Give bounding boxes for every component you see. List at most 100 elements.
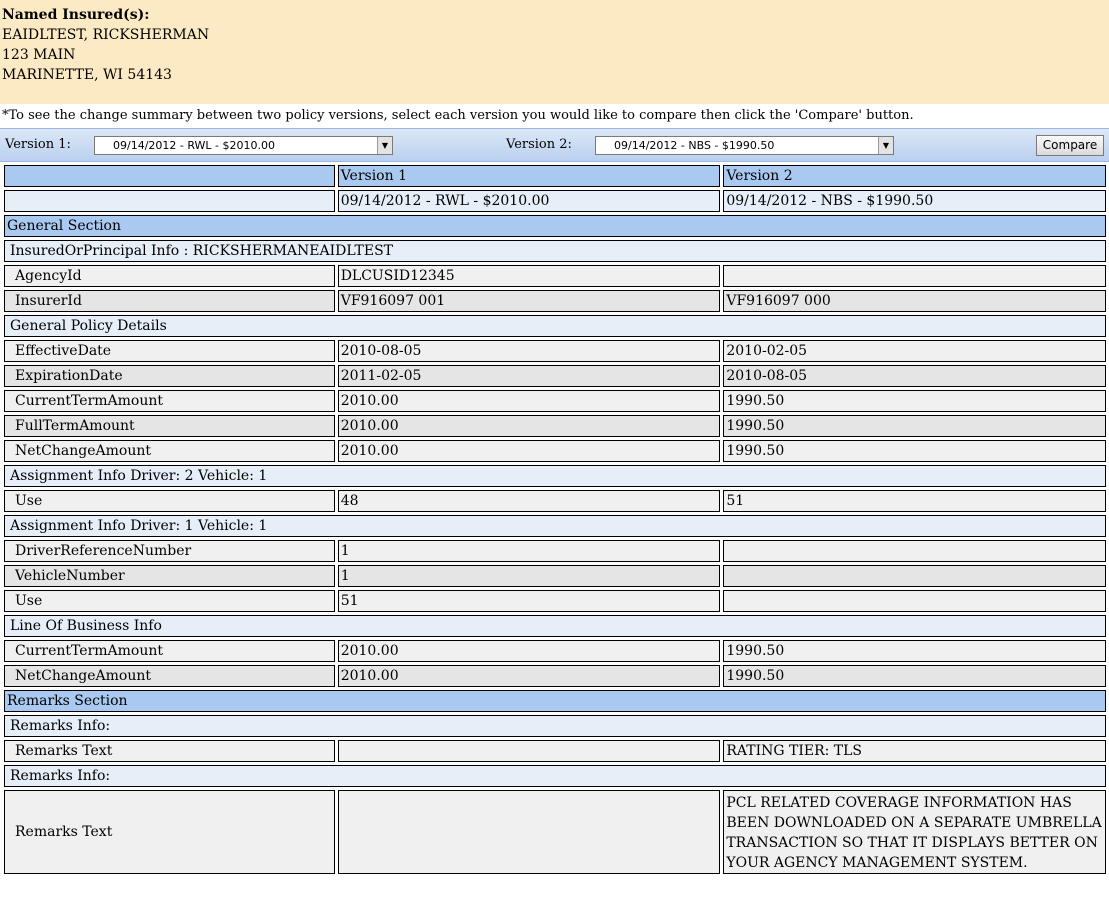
field-name: NetChangeAmount bbox=[4, 665, 335, 687]
chevron-down-icon[interactable]: ▼ bbox=[878, 137, 893, 154]
named-insured-heading: Named Insured(s): bbox=[2, 7, 150, 23]
version2-value-cell: 09/14/2012 - NBS - $1990.50 bbox=[723, 190, 1106, 212]
version1-value: 1 bbox=[337, 565, 721, 587]
table-row: Use 48 51 bbox=[4, 490, 1106, 512]
version-values-cell-field bbox=[4, 190, 335, 212]
field-name: DriverReferenceNumber bbox=[4, 540, 335, 562]
version2-value: RATING TIER: TLS bbox=[723, 740, 1106, 762]
named-insured-panel: Named Insured(s): EAIDLTEST, RICKSHERMAN… bbox=[0, 0, 1109, 104]
table-row: Use 51 bbox=[4, 590, 1106, 612]
section-title: Remarks Section bbox=[4, 690, 1106, 712]
version2-value: VF916097 000 bbox=[723, 290, 1106, 312]
field-name: AgencyId bbox=[4, 265, 335, 287]
field-name: ExpirationDate bbox=[4, 365, 335, 387]
field-name: Use bbox=[4, 590, 335, 612]
table-row: CurrentTermAmount 2010.00 1990.50 bbox=[4, 640, 1106, 662]
version2-value: 2010-08-05 bbox=[723, 365, 1106, 387]
insured-name: EAIDLTEST, RICKSHERMAN bbox=[2, 27, 210, 43]
table-row: VehicleNumber 1 bbox=[4, 565, 1106, 587]
version1-select[interactable]: 09/14/2012 - RWL - $2010.00 ▼ bbox=[94, 136, 393, 155]
version2-value bbox=[723, 265, 1106, 287]
table-row: CurrentTermAmount 2010.00 1990.50 bbox=[4, 390, 1106, 412]
version1-value: DLCUSID12345 bbox=[337, 265, 721, 287]
version-values-row: 09/14/2012 - RWL - $2010.00 09/14/2012 -… bbox=[4, 190, 1106, 212]
compare-instructions: *To see the change summary between two p… bbox=[2, 108, 914, 123]
field-name: FullTermAmount bbox=[4, 415, 335, 437]
field-name: Remarks Text bbox=[4, 740, 335, 762]
version1-selected-value: 09/14/2012 - RWL - $2010.00 bbox=[113, 139, 276, 152]
version2-value: 51 bbox=[723, 490, 1106, 512]
field-name: CurrentTermAmount bbox=[4, 640, 335, 662]
version2-value bbox=[723, 540, 1106, 562]
section-title: General Section bbox=[4, 215, 1106, 237]
version2-label: Version 2: bbox=[506, 137, 572, 152]
table-row: EffectiveDate 2010-08-05 2010-02-05 bbox=[4, 340, 1106, 362]
header-cell-field bbox=[4, 165, 335, 187]
subsection-title: Remarks Info: bbox=[4, 765, 1106, 787]
version2-value: 2010-02-05 bbox=[723, 340, 1106, 362]
version2-select[interactable]: 09/14/2012 - NBS - $1990.50 ▼ bbox=[595, 136, 894, 155]
version1-value: 2010.00 bbox=[337, 640, 721, 662]
version-selector-bar: Version 1: 09/14/2012 - RWL - $2010.00 ▼… bbox=[0, 128, 1109, 162]
subsection-assignment-d1v1: Assignment Info Driver: 1 Vehicle: 1 bbox=[4, 515, 1106, 537]
field-name: CurrentTermAmount bbox=[4, 390, 335, 412]
subsection-remarks-info: Remarks Info: bbox=[4, 765, 1106, 787]
table-row: NetChangeAmount 2010.00 1990.50 bbox=[4, 665, 1106, 687]
subsection-title: InsuredOrPrincipal Info : RICKSHERMANEAI… bbox=[4, 240, 1106, 262]
insured-address-line1: 123 MAIN bbox=[2, 47, 76, 63]
subsection-title: General Policy Details bbox=[4, 315, 1106, 337]
table-row: DriverReferenceNumber 1 bbox=[4, 540, 1106, 562]
table-row: AgencyId DLCUSID12345 bbox=[4, 265, 1106, 287]
version1-label: Version 1: bbox=[5, 137, 71, 152]
chevron-down-icon[interactable]: ▼ bbox=[377, 137, 392, 154]
version2-value bbox=[723, 565, 1106, 587]
version1-value: 2010.00 bbox=[337, 440, 721, 462]
table-row: Remarks Text PCL RELATED COVERAGE INFORM… bbox=[4, 790, 1106, 874]
version2-value bbox=[723, 590, 1106, 612]
version1-value-cell: 09/14/2012 - RWL - $2010.00 bbox=[337, 190, 721, 212]
version1-value bbox=[337, 740, 721, 762]
insured-address-line2: MARINETTE, WI 54143 bbox=[2, 67, 172, 83]
version2-value: 1990.50 bbox=[723, 390, 1106, 412]
comparison-table: Version 1 Version 2 09/14/2012 - RWL - $… bbox=[1, 162, 1109, 877]
table-header-row: Version 1 Version 2 bbox=[4, 165, 1106, 187]
compare-button[interactable]: Compare bbox=[1036, 135, 1104, 156]
header-cell-version1: Version 1 bbox=[337, 165, 721, 187]
table-row: FullTermAmount 2010.00 1990.50 bbox=[4, 415, 1106, 437]
subsection-assignment-d2v1: Assignment Info Driver: 2 Vehicle: 1 bbox=[4, 465, 1106, 487]
version2-selected-value: 09/14/2012 - NBS - $1990.50 bbox=[614, 139, 775, 152]
version1-value: 2010.00 bbox=[337, 415, 721, 437]
version1-value: 51 bbox=[337, 590, 721, 612]
version1-value: 2010-08-05 bbox=[337, 340, 721, 362]
header-cell-version2: Version 2 bbox=[723, 165, 1106, 187]
version1-value: 48 bbox=[337, 490, 721, 512]
field-name: Use bbox=[4, 490, 335, 512]
version2-value: 1990.50 bbox=[723, 640, 1106, 662]
table-row: InsurerId VF916097 001 VF916097 000 bbox=[4, 290, 1106, 312]
subsection-lob-info: Line Of Business Info bbox=[4, 615, 1106, 637]
version1-value: VF916097 001 bbox=[337, 290, 721, 312]
field-name: VehicleNumber bbox=[4, 565, 335, 587]
subsection-policy-details: General Policy Details bbox=[4, 315, 1106, 337]
table-row: Remarks Text RATING TIER: TLS bbox=[4, 740, 1106, 762]
version1-value: 2010.00 bbox=[337, 665, 721, 687]
subsection-title: Assignment Info Driver: 2 Vehicle: 1 bbox=[4, 465, 1106, 487]
field-name: Remarks Text bbox=[4, 790, 335, 874]
version1-value: 1 bbox=[337, 540, 721, 562]
version2-value: 1990.50 bbox=[723, 415, 1106, 437]
subsection-title: Line Of Business Info bbox=[4, 615, 1106, 637]
subsection-title: Assignment Info Driver: 1 Vehicle: 1 bbox=[4, 515, 1106, 537]
field-name: NetChangeAmount bbox=[4, 440, 335, 462]
subsection-title: Remarks Info: bbox=[4, 715, 1106, 737]
table-row: ExpirationDate 2011-02-05 2010-08-05 bbox=[4, 365, 1106, 387]
version1-value bbox=[337, 790, 721, 874]
version1-value: 2011-02-05 bbox=[337, 365, 721, 387]
section-header-general: General Section bbox=[4, 215, 1106, 237]
section-header-remarks: Remarks Section bbox=[4, 690, 1106, 712]
subsection-insured-info: InsuredOrPrincipal Info : RICKSHERMANEAI… bbox=[4, 240, 1106, 262]
subsection-remarks-info: Remarks Info: bbox=[4, 715, 1106, 737]
table-row: NetChangeAmount 2010.00 1990.50 bbox=[4, 440, 1106, 462]
version2-value: 1990.50 bbox=[723, 440, 1106, 462]
field-name: InsurerId bbox=[4, 290, 335, 312]
field-name: EffectiveDate bbox=[4, 340, 335, 362]
